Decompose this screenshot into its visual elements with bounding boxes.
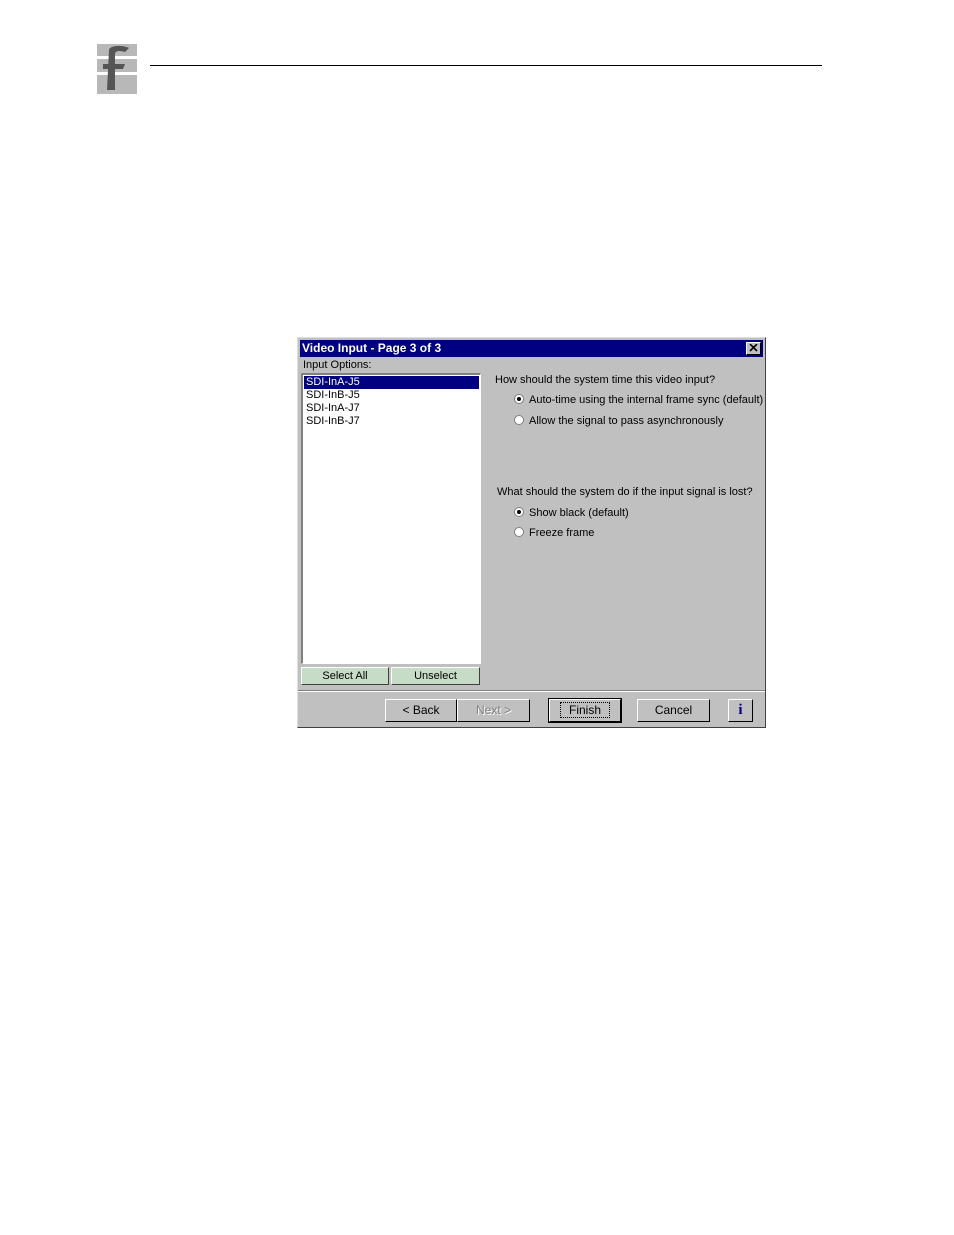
header-rule <box>150 65 822 66</box>
timing-question: How should the system time this video in… <box>495 374 716 386</box>
close-button[interactable] <box>746 342 761 355</box>
list-item[interactable]: SDI-InB-J5 <box>304 389 479 402</box>
radio-label: Allow the signal to pass asynchronously <box>529 415 724 427</box>
input-options-label: Input Options: <box>303 359 372 371</box>
finish-button[interactable]: Finish <box>548 698 622 723</box>
info-button[interactable]: i <box>728 699 753 722</box>
dialog-title: Video Input - Page 3 of 3 <box>302 341 442 355</box>
radio-unchecked-icon <box>514 527 524 537</box>
next-button[interactable]: Next > <box>457 699 530 722</box>
radio-show-black[interactable]: Show black (default) <box>514 506 629 520</box>
radio-freeze-frame[interactable]: Freeze frame <box>514 526 594 540</box>
list-item[interactable]: SDI-InA-J7 <box>304 402 479 415</box>
input-options-list[interactable]: SDI-InA-J5 SDI-InB-J5 SDI-InA-J7 SDI-InB… <box>301 373 481 664</box>
signal-loss-question: What should the system do if the input s… <box>497 486 753 498</box>
close-icon <box>749 344 758 352</box>
unselect-button[interactable]: Unselect <box>391 667 480 685</box>
button-separator <box>298 690 765 692</box>
radio-label: Freeze frame <box>529 527 595 539</box>
select-all-button[interactable]: Select All <box>301 667 389 685</box>
radio-checked-icon <box>514 394 524 404</box>
finish-button-label: Finish <box>559 702 610 718</box>
radio-unchecked-icon <box>514 415 524 425</box>
info-icon: i <box>738 702 743 718</box>
radio-auto-time[interactable]: Auto-time using the internal frame sync … <box>514 393 763 407</box>
radio-label: Auto-time using the internal frame sync … <box>529 394 764 406</box>
radio-asynchronous[interactable]: Allow the signal to pass asynchronously <box>514 414 723 428</box>
video-input-dialog: Video Input - Page 3 of 3 Input Options:… <box>297 337 766 728</box>
company-logo-icon <box>95 42 139 96</box>
radio-label: Show black (default) <box>529 507 629 519</box>
list-item[interactable]: SDI-InA-J5 <box>304 376 479 389</box>
list-item[interactable]: SDI-InB-J7 <box>304 415 479 428</box>
dialog-titlebar[interactable]: Video Input - Page 3 of 3 <box>300 340 763 357</box>
cancel-button[interactable]: Cancel <box>637 699 710 722</box>
back-button[interactable]: < Back <box>385 699 457 722</box>
radio-checked-icon <box>514 507 524 517</box>
